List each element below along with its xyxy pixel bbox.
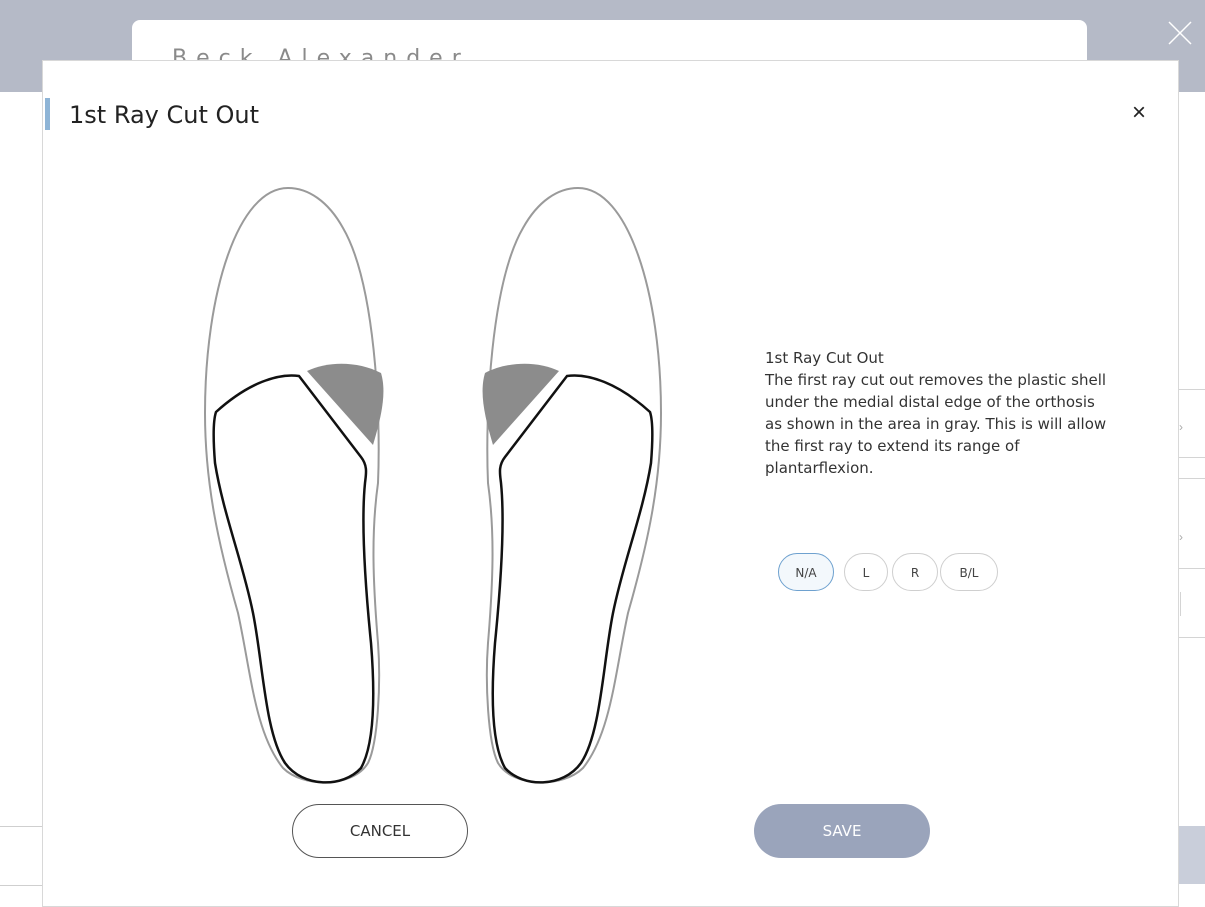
- background-bottom-bar: [1177, 826, 1205, 884]
- option-na-button[interactable]: N/A: [778, 553, 834, 591]
- ray-cut-out-modal: 1st Ray Cut Out × 1st Ray Cut Out The fi…: [42, 60, 1179, 907]
- modal-title: 1st Ray Cut Out: [69, 101, 260, 129]
- background-divider: [1177, 389, 1205, 390]
- background-divider: [1177, 637, 1205, 638]
- background-input-edge: [1180, 592, 1181, 616]
- modal-close-button[interactable]: ×: [1128, 101, 1150, 125]
- option-bl-button[interactable]: B/L: [940, 553, 998, 591]
- save-button[interactable]: SAVE: [754, 804, 930, 858]
- title-accent-bar: [45, 98, 50, 130]
- option-l-button[interactable]: L: [844, 553, 888, 591]
- background-divider: [1177, 568, 1205, 569]
- description-block: 1st Ray Cut Out The first ray cut out re…: [765, 347, 1110, 479]
- background-bottom-field: [0, 826, 43, 886]
- close-icon[interactable]: [1165, 18, 1195, 48]
- left-insole: [203, 186, 384, 784]
- description-body: The first ray cut out removes the plasti…: [765, 371, 1107, 477]
- background-divider: [1177, 478, 1205, 479]
- chevron-right-icon: ›: [1179, 420, 1183, 434]
- cancel-button[interactable]: CANCEL: [292, 804, 468, 858]
- description-heading: 1st Ray Cut Out: [765, 349, 884, 367]
- background-left-panel: [0, 92, 43, 905]
- option-r-button[interactable]: R: [892, 553, 938, 591]
- background-right-panel: › ›: [1177, 92, 1205, 905]
- background-divider: [1177, 457, 1205, 458]
- right-insole: [482, 186, 663, 784]
- chevron-right-icon: ›: [1179, 530, 1183, 544]
- insole-illustration: [203, 186, 663, 784]
